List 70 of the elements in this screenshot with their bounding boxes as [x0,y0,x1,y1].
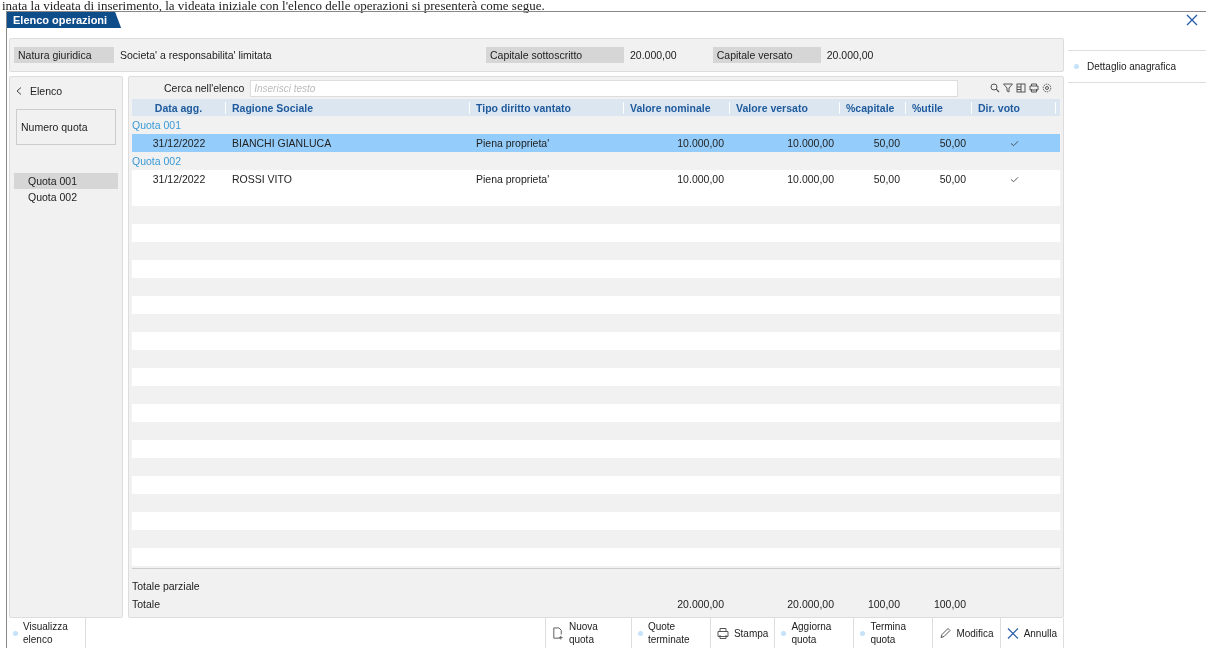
caption-text: inata la videata di inserimento, la videata iniziale con l'elenco delle operazioni si presenterà come segue. [1,0,546,11]
table-cell-text: Piena proprieta' [475,173,551,185]
dot-icon [781,630,787,636]
field-label: Capitale sottoscritto [486,47,624,63]
search-icon[interactable] [990,83,1000,93]
table-cell-text: 50,00 [938,173,967,185]
table-cell-text: Piena proprieta' [475,137,551,149]
close-icon[interactable] [1186,14,1198,26]
pencil-icon [939,626,952,640]
table-cell-text: 10.000,00 [676,137,725,149]
toolbar-button[interactable]: Aggiorna quota [775,618,855,648]
toolbar-button[interactable]: Modifica [933,618,1001,648]
total-cell-text: 20.000,00 [676,598,725,610]
search-field[interactable]: Inserisci testo [250,79,959,97]
filter-label: Numero quota [21,121,88,133]
table-row[interactable]: 31/12/2022 ROSSI VITO Piena proprieta' 10.000,00 10.000,00 50,00 50,00 [132,170,1060,188]
field-value: 20.000,00 [629,48,678,63]
collapse-icon[interactable] [16,87,22,95]
column-header[interactable]: Dir. voto [972,101,1056,114]
link-label: Dettaglio anagrafica [1087,61,1176,72]
field-value: 20.000,00 [825,48,875,63]
close-icon [1006,626,1019,640]
filter-icon[interactable] [1003,83,1013,93]
column-header[interactable]: %capitale [840,101,906,114]
dot-icon [1074,64,1079,69]
dot-icon [13,630,18,636]
column-header[interactable]: Valore nominale [624,101,730,114]
table-row[interactable]: 31/12/2022 BIANCHI GIANLUCA Piena proprieta' 10.000,00 10.000,00 50,00 50,00 [132,134,1060,152]
dot-icon [860,630,866,636]
total-cell-text: 20.000,00 [786,598,835,610]
field-label: Capitale versato [712,47,821,63]
partial-total-label: Totale parziale [132,580,200,592]
column-header[interactable]: Valore versato [730,101,840,114]
table-cell-text: 31/12/2022 [151,173,207,185]
table-cell-text: 50,00 [872,173,901,185]
table-cell-text: 10.000,00 [786,173,835,185]
toolbar-button[interactable]: Stampa [710,618,776,648]
search-label: Cerca nell'elenco [164,82,245,94]
panel-title: Elenco [30,85,63,97]
window-title-tab[interactable]: Elenco operazioni [7,12,122,28]
total-cell-text: 100,00 [932,598,967,610]
toolbar-button[interactable]: Nuova quota [544,618,632,648]
toolbar-button[interactable]: Visualizza elenco [7,618,86,648]
total-cell-text: 100,00 [866,598,901,610]
list-item[interactable]: Quota 002 [14,189,118,205]
column-header[interactable]: Ragione Sociale [226,101,470,114]
toolbar-button[interactable]: Termina quota [854,618,934,648]
columns-icon[interactable] [1016,83,1026,93]
dot-icon [637,630,643,636]
toolbar-button[interactable]: Quote terminate [631,618,711,648]
table-cell-text: 10.000,00 [786,137,835,149]
table-cell-text: BIANCHI GIANLUCA [231,137,333,149]
new-document-icon [551,626,564,640]
table-cell-text: 50,00 [938,137,967,149]
field-value: Societa' a responsabilita' limitata [119,48,273,63]
column-header[interactable]: Data agg. [132,101,226,114]
settings-icon[interactable] [1042,83,1052,93]
side-link[interactable]: Dettaglio anagrafica [1068,50,1206,83]
table-cell-text: 10.000,00 [676,173,725,185]
table-cell-text: 31/12/2022 [151,137,207,149]
column-header[interactable]: %utile [906,101,972,114]
field-label: Natura giuridica [14,47,114,63]
toolbar-button[interactable]: Annulla [1000,618,1064,648]
list-item[interactable]: Quota 001 [14,173,118,189]
table-cell-text: ROSSI VITO [231,173,293,185]
print-icon [716,626,729,640]
print-icon[interactable] [1029,83,1039,93]
total-label: Totale [132,598,162,610]
table-cell-text: 50,00 [872,137,901,149]
column-header[interactable]: Tipo diritto vantato [470,101,624,114]
